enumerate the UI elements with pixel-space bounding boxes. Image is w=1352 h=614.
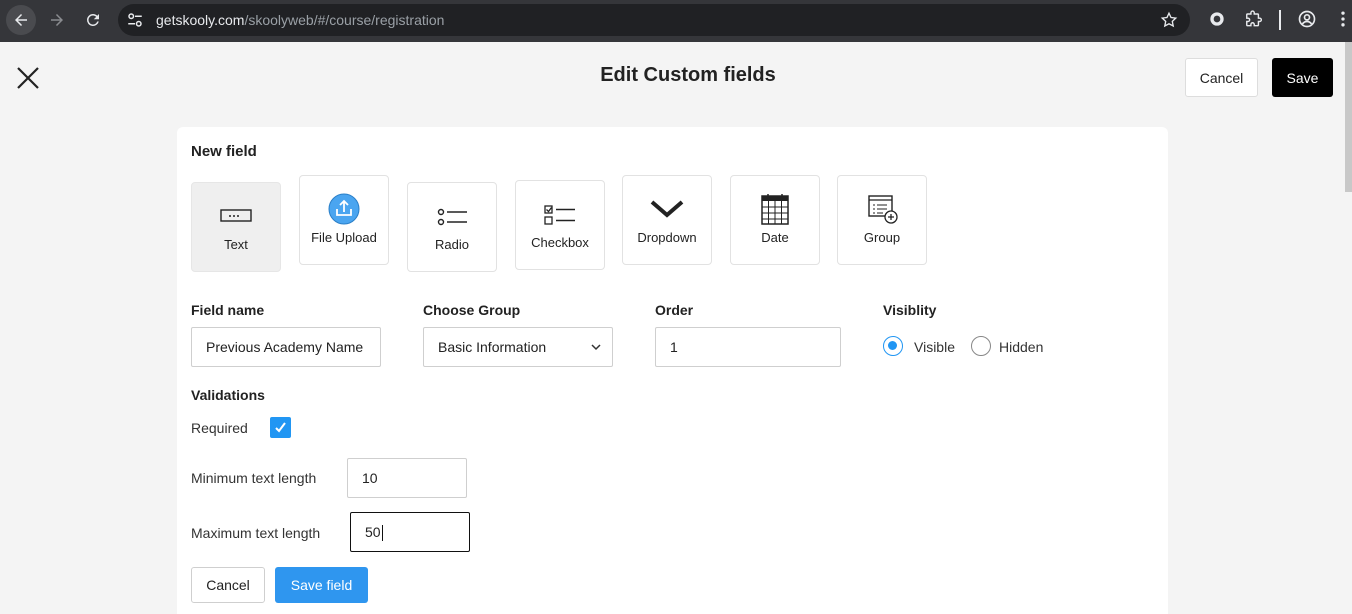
type-file-upload-label: File Upload	[311, 230, 377, 245]
arrow-right-icon	[51, 14, 63, 26]
back-button[interactable]	[6, 5, 36, 35]
type-dropdown-tile[interactable]: Dropdown	[622, 175, 712, 265]
order-label: Order	[655, 302, 694, 318]
new-field-heading: New field	[191, 143, 257, 160]
required-label: Required	[191, 420, 248, 436]
header-save-button[interactable]: Save	[1272, 58, 1333, 97]
puzzle-icon[interactable]	[1243, 9, 1263, 29]
url-path: /skoolyweb/#/course/registration	[244, 12, 445, 28]
visible-radio-label: Visible	[914, 339, 955, 355]
custom-field-card: New field Text File Upload Radio Checkbo…	[177, 127, 1168, 614]
site-settings-icon[interactable]	[126, 11, 144, 29]
chevron-down-icon	[650, 200, 684, 218]
arrow-left-icon	[15, 14, 27, 26]
chevron-down-icon	[591, 344, 601, 351]
type-date-label: Date	[761, 230, 789, 245]
text-cursor	[381, 525, 383, 542]
url-text: getskooly.com/skoolyweb/#/course/registr…	[156, 12, 444, 28]
min-length-input[interactable]: 10	[347, 458, 467, 498]
save-field-button[interactable]: Save field	[275, 567, 368, 603]
radio-list-icon	[437, 208, 467, 226]
type-file-upload-tile[interactable]: File Upload	[299, 175, 389, 265]
menu-dots-icon[interactable]	[1333, 9, 1352, 29]
type-text-tile[interactable]: Text	[191, 182, 281, 272]
toolbar-divider	[1279, 10, 1281, 30]
browser-toolbar: getskooly.com/skoolyweb/#/course/registr…	[0, 0, 1352, 42]
header-cancel-button[interactable]: Cancel	[1185, 58, 1258, 97]
type-group-label: Group	[863, 230, 901, 245]
required-checkbox[interactable]	[270, 417, 291, 438]
forward-button[interactable]	[42, 5, 72, 35]
max-length-input[interactable]: 50	[350, 512, 470, 552]
reload-icon	[86, 13, 99, 26]
visible-radio[interactable]	[883, 336, 903, 356]
url-host: getskooly.com	[156, 12, 245, 28]
max-length-label: Maximum text length	[191, 525, 321, 541]
checkmark-icon	[275, 422, 286, 433]
max-length-value: 50	[365, 524, 381, 540]
field-name-label: Field name	[191, 302, 265, 318]
type-checkbox-tile[interactable]: Checkbox	[515, 180, 605, 270]
visibility-label: Visiblity	[883, 302, 937, 318]
type-dropdown-label: Dropdown	[637, 230, 697, 245]
calendar-icon	[761, 194, 789, 225]
text-field-icon	[220, 209, 252, 222]
page-scrollbar[interactable]	[1345, 42, 1352, 192]
type-radio-tile[interactable]: Radio	[407, 182, 497, 272]
choose-group-label: Choose Group	[423, 302, 521, 318]
type-text-label: Text	[224, 237, 248, 252]
address-bar[interactable]: getskooly.com/skoolyweb/#/course/registr…	[118, 4, 1190, 36]
checkbox-list-icon	[544, 205, 575, 225]
reload-button[interactable]	[78, 5, 108, 35]
choose-group-select[interactable]: Basic Information	[423, 327, 613, 367]
page-title: Edit Custom fields	[600, 64, 776, 86]
group-add-icon	[868, 195, 898, 224]
min-length-label: Minimum text length	[191, 470, 317, 486]
order-input[interactable]: 1	[655, 327, 841, 367]
type-date-tile[interactable]: Date	[730, 175, 820, 265]
upload-icon	[328, 193, 360, 225]
field-name-input[interactable]: Previous Academy Name	[191, 327, 381, 367]
type-group-tile[interactable]: Group	[837, 175, 927, 265]
cancel-field-button[interactable]: Cancel	[191, 567, 265, 603]
type-checkbox-label: Checkbox	[531, 235, 589, 250]
hidden-radio-label: Hidden	[999, 339, 1044, 355]
profile-icon[interactable]	[1297, 9, 1317, 29]
validations-heading: Validations	[191, 387, 265, 403]
choose-group-value: Basic Information	[438, 339, 547, 355]
extension-icon[interactable]	[1207, 9, 1227, 29]
hidden-radio[interactable]	[971, 336, 991, 356]
bookmark-star-icon[interactable]	[1160, 11, 1178, 29]
type-radio-label: Radio	[435, 237, 469, 252]
